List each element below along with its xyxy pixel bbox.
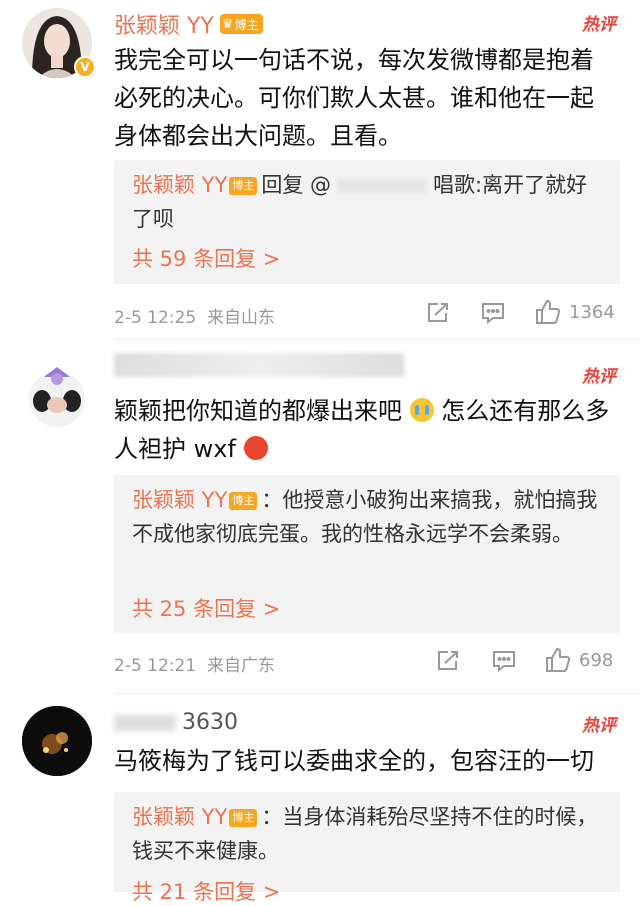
reply-preview[interactable]: 张颖颖 YY 博主 回复 @ 唱歌:离开了就好了呗 共 59 条回复 > [114, 160, 620, 284]
reply-text: 张颖颖 YY 博主 ：当身体消耗殆尽坚持不住的时候，钱买不来健康。 [132, 800, 604, 868]
blogger-badge: ♛ 博主 [219, 14, 263, 34]
divider [114, 693, 640, 694]
reply-author[interactable]: 张颖颖 YY [132, 173, 227, 197]
comment-item: 热评 颖颖把你知道的都爆出来吧 怎么还有那么多人袒护 wxf 张颖颖 YY 博主：… [0, 340, 640, 700]
blogger-badge: 博主 [229, 492, 258, 510]
comment-item: V 张颖颖 YY ♛ 博主 热评 我完全可以一句话不说，每次发微博都是抱着必死的决… [0, 0, 640, 340]
like-count: 698 [579, 649, 614, 671]
avatar[interactable] [22, 361, 92, 431]
comment-author[interactable]: 3630 [114, 710, 238, 735]
comment-text: 我完全可以一句话不说，每次发微博都是抱着必死的决心。可你们欺人太甚。谁和他在一起… [114, 46, 594, 150]
like-count: 1364 [569, 301, 615, 323]
hot-comment-label: 热评 [582, 367, 616, 387]
author-name[interactable]: 3630 [182, 710, 238, 735]
crown-icon: ♛ [221, 16, 234, 32]
reply-preview[interactable]: 张颖颖 YY 博主 ：当身体消耗殆尽坚持不住的时候，钱买不来健康。 共 21 条回复… [114, 792, 620, 904]
comment-text: 马筱梅为了钱可以委曲求全的，包容汪的一切 [114, 747, 594, 775]
comment-location: 来自广东 [206, 656, 275, 676]
comment-time: 2-5 12:25 [114, 308, 197, 328]
comment-icon [493, 651, 515, 672]
redacted-username [337, 179, 428, 193]
thumbs-up-icon [546, 647, 571, 672]
share-icon [438, 651, 458, 670]
blogger-badge: 博主 [229, 177, 258, 195]
comment-text: 颖颖把你知道的都爆出来吧 怎么还有那么多人袒护 wxf [114, 397, 610, 463]
reply-text: 张颖颖 YY 博主 回复 @ 唱歌:离开了就好了呗 [132, 168, 604, 236]
comment-time: 2-5 12:21 [114, 656, 197, 676]
comment-meta: 2-5 12:21 来自广东 [114, 651, 275, 676]
redacted-username [114, 714, 176, 731]
view-replies-link[interactable]: 共 25 条回复 > [132, 593, 280, 623]
reply-text: 张颖颖 YY 博主 ：他授意小破狗出来搞我，就怕搞我不成他家彻底完蛋。我的性格永远学… [132, 483, 604, 551]
comment-button[interactable] [481, 302, 505, 324]
hot-comment-label: 热评 [582, 15, 616, 35]
share-button[interactable] [426, 302, 450, 324]
comment-location: 来自山东 [206, 308, 275, 328]
share-icon [428, 303, 448, 322]
angry-emoji-icon [243, 436, 268, 460]
blogger-badge: 博主 [229, 809, 258, 827]
author-name[interactable]: 张颖颖 YY [114, 8, 214, 40]
hot-comment-label: 热评 [582, 716, 616, 736]
comment-icon [482, 303, 504, 324]
verified-icon: V [74, 56, 96, 78]
like-button[interactable]: 1364 [535, 299, 615, 325]
comment-item: 3630 热评 马筱梅为了钱可以委曲求全的，包容汪的一切 张颖颖 YY 博主 ：当身… [0, 700, 640, 904]
share-button[interactable] [436, 650, 460, 672]
view-replies-link[interactable]: 共 21 条回复 > [132, 876, 280, 906]
comment-button[interactable] [492, 650, 516, 672]
comment-author[interactable]: 张颖颖 YY ♛ 博主 [114, 8, 263, 40]
reply-author[interactable]: 张颖颖 YY [132, 488, 227, 512]
avatar[interactable] [22, 706, 92, 776]
thumbs-up-icon [536, 299, 561, 324]
view-replies-link[interactable]: 共 59 条回复 > [132, 243, 280, 273]
reply-preview[interactable]: 张颖颖 YY 博主 ：他授意小破狗出来搞我，就怕搞我不成他家彻底完蛋。我的性格永远学… [114, 475, 620, 633]
comment-author[interactable] [114, 353, 404, 377]
like-button[interactable]: 698 [545, 647, 613, 673]
crying-emoji-icon [409, 398, 434, 422]
comment-meta: 2-5 12:25 来自山东 [114, 303, 275, 328]
reply-author[interactable]: 张颖颖 YY [132, 805, 227, 829]
reply-prefix: 回复 @ [261, 173, 332, 197]
